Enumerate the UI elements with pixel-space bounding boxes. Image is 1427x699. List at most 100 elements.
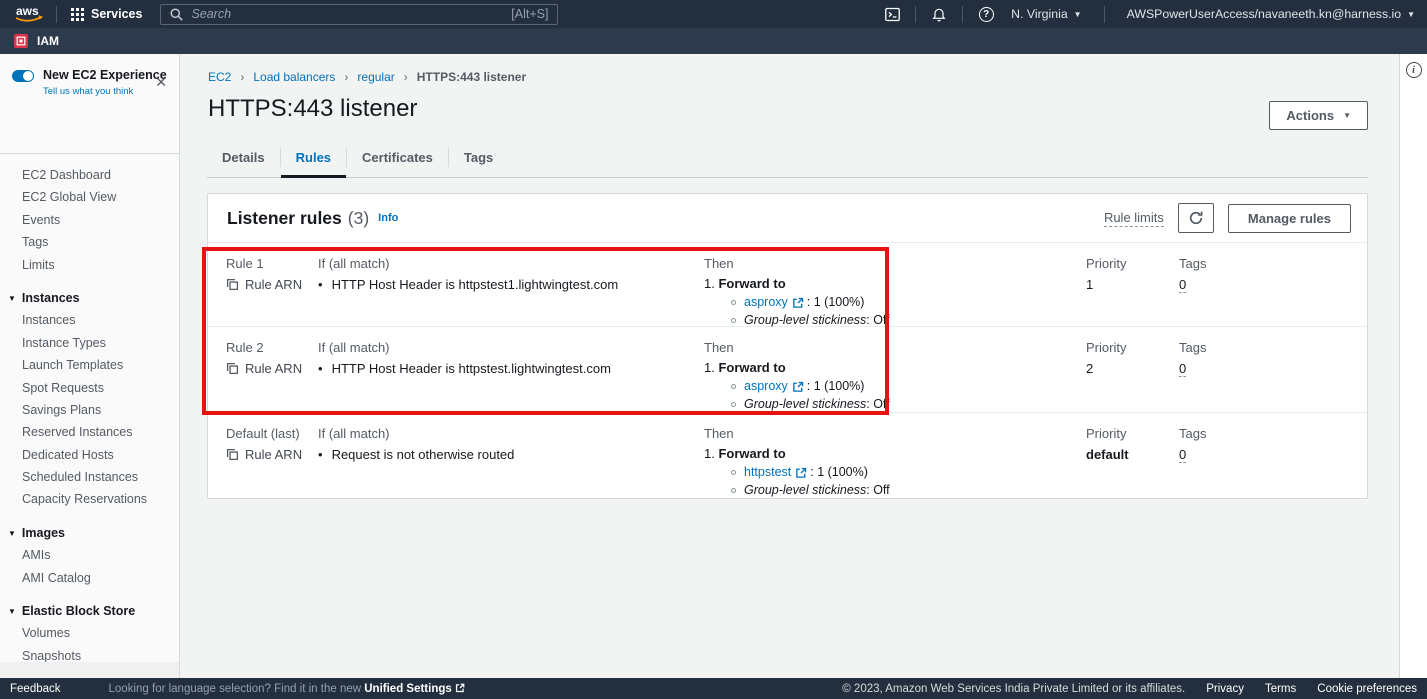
manage-rules-button[interactable]: Manage rules [1228,204,1351,233]
rule-name: Rule 1 [226,256,318,271]
if-column-header: If (all match) [318,426,704,441]
iam-label: IAM [37,34,59,48]
target-group-link[interactable]: httpstest [744,465,791,479]
sidebar-item-tags[interactable]: Tags [0,231,179,253]
tags-count-link[interactable]: 0 [1179,277,1186,293]
rule-name: Default (last) [226,426,318,441]
feedback-link[interactable]: Feedback [10,683,61,695]
breadcrumb-regular[interactable]: regular [357,70,394,84]
rule-arn-copy-button[interactable]: Rule ARN [226,361,318,376]
sidebar-item-instance-types[interactable]: Instance Types [0,332,179,354]
aws-logo[interactable]: aws [12,3,46,25]
breadcrumb-ec2[interactable]: EC2 [208,70,231,84]
page-title: HTTPS:443 listener [207,95,1368,123]
terms-link[interactable]: Terms [1265,683,1296,695]
priority-value: 2 [1086,361,1179,376]
tags-count-link[interactable]: 0 [1179,447,1186,463]
new-ec2-experience-box: New EC2 Experience Tell us what you thin… [0,54,179,154]
sidebar-item-reserved-instances[interactable]: Reserved Instances [0,421,179,443]
tags-column-header: Tags [1179,426,1367,441]
rule-condition: •HTTP Host Header is httpstest.lightwing… [318,361,704,376]
search-icon [170,8,183,21]
search-input[interactable] [191,7,511,21]
actions-button[interactable]: Actions ▼ [1269,101,1368,130]
sidebar-item-scheduled-instances[interactable]: Scheduled Instances [0,466,179,488]
external-link-icon[interactable] [792,381,804,393]
if-column-header: If (all match) [318,256,704,271]
tab-certificates[interactable]: Certificates [346,148,448,167]
divider [962,6,963,23]
new-experience-feedback-link[interactable]: Tell us what you think [43,86,167,97]
tab-rules[interactable]: Rules [280,148,346,167]
help-button[interactable]: ? [973,0,999,28]
sidebar-item-ec2-global-view[interactable]: EC2 Global View [0,186,179,208]
iam-service-icon [14,34,28,48]
account-menu[interactable]: AWSPowerUserAccess/navaneeth.kn@harness.… [1115,7,1427,21]
external-link-icon [455,683,465,693]
rule-arn-copy-button[interactable]: Rule ARN [226,277,318,292]
sidebar-item-amis[interactable]: AMIs [0,544,179,566]
tags-column-header: Tags [1179,256,1367,271]
tags-column-header: Tags [1179,340,1367,355]
sidebar-scrollbar-track[interactable] [0,662,179,678]
global-search[interactable]: [Alt+S] [160,4,558,25]
tab-tags[interactable]: Tags [448,148,508,167]
if-column-header: If (all match) [318,340,704,355]
sidebar-item-events[interactable]: Events [0,209,179,231]
sidebar-item-volumes[interactable]: Volumes [0,622,179,644]
favorite-iam-link[interactable]: IAM [14,34,59,48]
grid-icon [71,8,84,21]
listener-rules-panel: Listener rules (3) Info Rule limits Mana… [207,193,1368,499]
bullet-icon: • [318,361,323,376]
new-experience-title: New EC2 Experience [43,68,167,82]
rule-limits-link[interactable]: Rule limits [1104,210,1164,227]
copy-icon [226,278,239,291]
copyright-text: © 2023, Amazon Web Services India Privat… [842,683,1185,695]
rule-arn-copy-button[interactable]: Rule ARN [226,447,318,462]
sidebar-item-savings-plans[interactable]: Savings Plans [0,399,179,421]
target-group-line: httpstest : 1 (100%) [731,465,1086,479]
sidebar-item-capacity-reservations[interactable]: Capacity Reservations [0,488,179,510]
search-shortcut-hint: [Alt+S] [511,7,548,21]
chevron-right-icon: › [240,70,244,84]
rules-count: (3) [348,208,369,229]
breadcrumb-load-balancers[interactable]: Load balancers [253,70,335,84]
circle-bullet-icon [731,488,736,493]
info-icon[interactable]: i [1406,62,1422,78]
main-content: EC2 › Load balancers › regular › HTTPS:4… [180,54,1399,678]
sidebar-item-ec2-dashboard[interactable]: EC2 Dashboard [0,164,179,186]
tab-details[interactable]: Details [207,148,280,167]
favorites-bar: IAM [0,28,1427,54]
sidebar-item-dedicated-hosts[interactable]: Dedicated Hosts [0,444,179,466]
refresh-button[interactable] [1178,203,1214,233]
sidebar-item-limits[interactable]: Limits [0,254,179,276]
circle-bullet-icon [731,384,736,389]
sidebar-item-spot-requests[interactable]: Spot Requests [0,377,179,399]
cookie-preferences-link[interactable]: Cookie preferences [1317,683,1417,695]
copy-icon [226,448,239,461]
sidebar-item-ami-catalog[interactable]: AMI Catalog [0,567,179,589]
notifications-button[interactable] [926,0,952,28]
external-link-icon[interactable] [795,467,807,479]
cloudshell-button[interactable] [879,0,905,28]
topnav-right-group: ? N. Virginia ▼ AWSPowerUserAccess/navan… [879,0,1427,28]
sidebar-section-images[interactable]: ▼Images [0,522,179,544]
tags-count-link[interactable]: 0 [1179,361,1186,377]
sidebar-item-launch-templates[interactable]: Launch Templates [0,354,179,376]
region-selector[interactable]: N. Virginia ▼ [999,7,1093,21]
privacy-link[interactable]: Privacy [1206,683,1244,695]
sidebar-section-instances[interactable]: ▼Instances [0,287,179,309]
sidebar-section-elastic-block-store[interactable]: ▼Elastic Block Store [0,600,179,622]
services-menu-button[interactable]: Services [67,7,146,21]
unified-settings-link[interactable]: Unified Settings [364,683,452,695]
rule-condition: •HTTP Host Header is httpstest1.lightwin… [318,277,704,292]
target-group-link[interactable]: asproxy [744,295,788,309]
external-link-icon[interactable] [792,297,804,309]
close-icon[interactable]: ✕ [155,74,167,91]
target-group-link[interactable]: asproxy [744,379,788,393]
sidebar-item-instances[interactable]: Instances [0,309,179,331]
new-experience-toggle[interactable] [12,70,34,82]
listener-tabs: Details Rules Certificates Tags [207,148,1368,178]
info-link[interactable]: Info [378,212,398,224]
priority-column-header: Priority [1086,340,1179,355]
